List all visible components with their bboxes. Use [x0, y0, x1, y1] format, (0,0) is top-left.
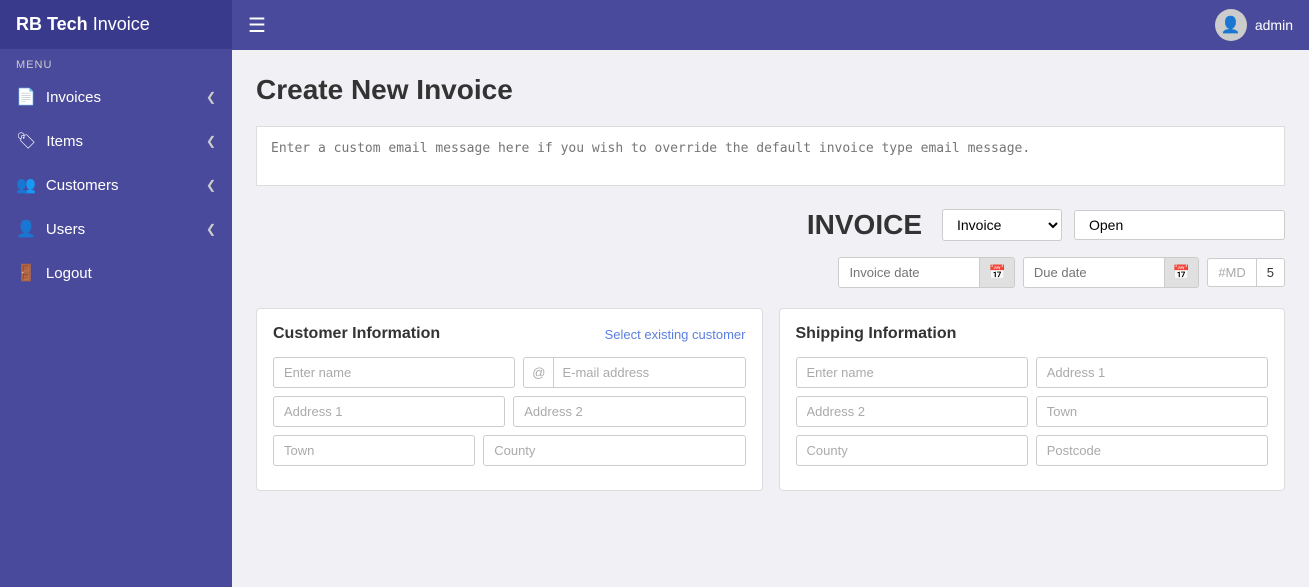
- shipping-postcode-input[interactable]: [1036, 435, 1268, 466]
- logout-icon: 🚪: [16, 263, 36, 283]
- invoice-date-group: 📅: [838, 257, 1014, 288]
- app-title-light: Invoice: [88, 14, 150, 34]
- invoices-icon: 📄: [16, 87, 36, 107]
- due-date-input[interactable]: [1024, 259, 1164, 286]
- md-label: #MD: [1208, 259, 1256, 286]
- shipping-info-card: Shipping Information: [779, 308, 1286, 491]
- topbar: ☰ 👤 admin: [232, 0, 1309, 50]
- sidebar-item-label-customers: Customers: [46, 177, 119, 194]
- md-value: 5: [1257, 259, 1284, 286]
- sidebar-item-logout[interactable]: 🚪 Logout: [0, 251, 232, 295]
- sidebar-item-items[interactable]: 🏷 Items ❮: [0, 119, 232, 163]
- chevron-icon-users: ❮: [206, 222, 216, 236]
- username: admin: [1255, 17, 1293, 33]
- invoice-date-input[interactable]: [839, 259, 979, 286]
- sidebar-item-label-users: Users: [46, 221, 85, 238]
- items-icon: 🏷: [16, 131, 36, 151]
- page-content: Create New Invoice INVOICE Invoice Quote…: [232, 50, 1309, 587]
- shipping-info-title: Shipping Information: [796, 325, 957, 343]
- customer-address1-row: [273, 396, 746, 427]
- shipping-name-input[interactable]: [796, 357, 1028, 388]
- customer-town-input[interactable]: [273, 435, 475, 466]
- user-info: 👤 admin: [1215, 9, 1293, 41]
- invoice-type-select[interactable]: Invoice Quote Credit Note: [942, 209, 1062, 241]
- hamburger-button[interactable]: ☰: [248, 13, 266, 38]
- customer-county-input[interactable]: [483, 435, 745, 466]
- sidebar-item-label-invoices: Invoices: [46, 89, 101, 106]
- at-symbol: @: [524, 358, 554, 387]
- sidebar-item-invoices[interactable]: 📄 Invoices ❮: [0, 75, 232, 119]
- sidebar-item-users[interactable]: 👤 Users ❮: [0, 207, 232, 251]
- info-section: Customer Information Select existing cus…: [256, 308, 1285, 491]
- customer-name-input[interactable]: [273, 357, 515, 388]
- shipping-address2-input[interactable]: [796, 396, 1028, 427]
- menu-label: MENU: [0, 49, 232, 75]
- due-date-group: 📅: [1023, 257, 1199, 288]
- invoice-header: INVOICE Invoice Quote Credit Note: [256, 209, 1285, 241]
- chevron-icon: ❮: [206, 90, 216, 104]
- app-logo: RB Tech Invoice: [0, 0, 232, 49]
- sidebar: RB Tech Invoice MENU 📄 Invoices ❮ 🏷 Item…: [0, 0, 232, 587]
- customer-info-title: Customer Information: [273, 325, 440, 343]
- shipping-town-input[interactable]: [1036, 396, 1268, 427]
- shipping-county-input[interactable]: [796, 435, 1028, 466]
- md-group: #MD 5: [1207, 258, 1285, 287]
- customer-address1-input[interactable]: [273, 396, 505, 427]
- main-area: ☰ 👤 admin Create New Invoice INVOICE Inv…: [232, 0, 1309, 587]
- chevron-icon-items: ❮: [206, 134, 216, 148]
- customer-info-card: Customer Information Select existing cus…: [256, 308, 763, 491]
- invoice-status-input[interactable]: [1074, 210, 1285, 240]
- shipping-address1-input[interactable]: [1036, 357, 1268, 388]
- date-row: 📅 📅 #MD 5: [256, 257, 1285, 288]
- email-input-group: @: [523, 357, 745, 388]
- shipping-address2-row: [796, 396, 1269, 427]
- sidebar-item-label-logout: Logout: [46, 265, 92, 282]
- customer-address2-input[interactable]: [513, 396, 745, 427]
- customer-info-header: Customer Information Select existing cus…: [273, 325, 746, 343]
- invoice-title: INVOICE: [807, 209, 922, 241]
- due-date-calendar-icon[interactable]: 📅: [1164, 258, 1198, 287]
- shipping-county-row: [796, 435, 1269, 466]
- customer-town-row: [273, 435, 746, 466]
- invoice-date-calendar-icon[interactable]: 📅: [979, 258, 1013, 287]
- shipping-name-row: [796, 357, 1269, 388]
- sidebar-item-label-items: Items: [46, 133, 83, 150]
- sidebar-item-customers[interactable]: 👥 Customers ❮: [0, 163, 232, 207]
- customer-email-input[interactable]: [554, 358, 745, 387]
- email-message-input[interactable]: [256, 126, 1285, 186]
- users-icon: 👤: [16, 219, 36, 239]
- shipping-info-header: Shipping Information: [796, 325, 1269, 343]
- avatar: 👤: [1215, 9, 1247, 41]
- customer-name-row: @: [273, 357, 746, 388]
- page-title: Create New Invoice: [256, 74, 1285, 106]
- select-existing-customer-link[interactable]: Select existing customer: [605, 327, 746, 342]
- app-title-bold: RB Tech: [16, 14, 88, 34]
- chevron-icon-customers: ❮: [206, 178, 216, 192]
- customers-icon: 👥: [16, 175, 36, 195]
